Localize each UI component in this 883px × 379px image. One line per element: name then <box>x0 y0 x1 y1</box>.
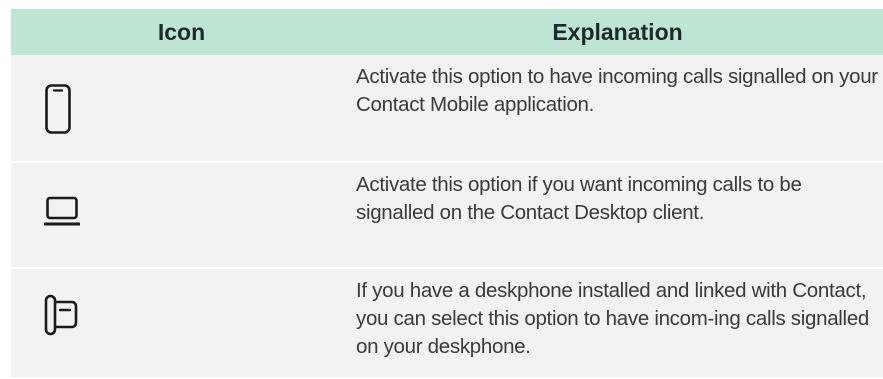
explanation-text: If you have a deskphone installed and li… <box>356 279 870 358</box>
laptop-icon <box>44 196 80 226</box>
table-row: Activate this option if you want incomin… <box>11 163 883 269</box>
icon-explanation-table: Icon Explanation Activate this option to… <box>11 9 883 379</box>
explanation-text: Activate this option to have incoming ca… <box>356 65 878 116</box>
icon-cell <box>11 269 352 377</box>
header-explanation-column: Explanation <box>552 18 683 45</box>
icon-cell <box>11 163 352 267</box>
explanation-text: Activate this option if you want incomin… <box>356 173 802 224</box>
header-icon-column: Icon <box>157 18 206 45</box>
deskphone-icon <box>44 294 78 336</box>
table-header: Icon Explanation <box>11 9 883 55</box>
mobile-phone-icon <box>45 84 71 134</box>
table-row: If you have a deskphone installed and li… <box>11 269 883 379</box>
icon-cell <box>11 55 352 161</box>
table-row: Activate this option to have incoming ca… <box>11 55 883 163</box>
